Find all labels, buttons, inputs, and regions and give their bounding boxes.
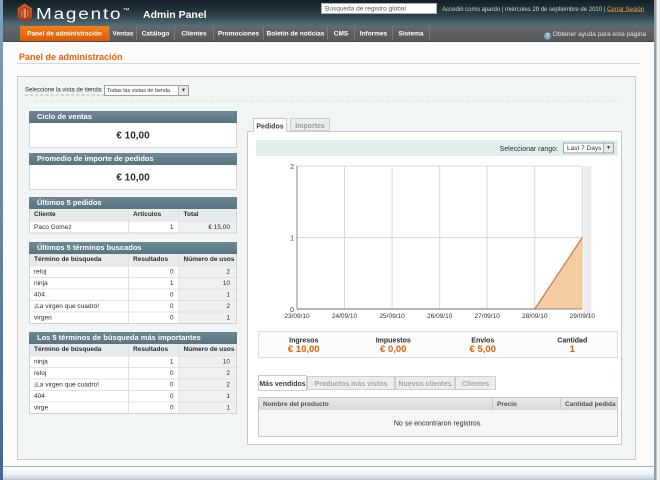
svg-text:23/09/10: 23/09/10 (284, 313, 310, 320)
svg-text:26/09/10: 26/09/10 (427, 313, 453, 320)
svg-text:24/09/10: 24/09/10 (332, 313, 358, 320)
svg-text:28/09/10: 28/09/10 (522, 313, 548, 320)
svg-text:29/09/10: 29/09/10 (570, 313, 596, 320)
svg-text:1: 1 (290, 236, 294, 243)
svg-text:25/09/10: 25/09/10 (379, 313, 405, 320)
svg-text:27/09/10: 27/09/10 (475, 313, 501, 320)
svg-text:2: 2 (290, 164, 294, 171)
